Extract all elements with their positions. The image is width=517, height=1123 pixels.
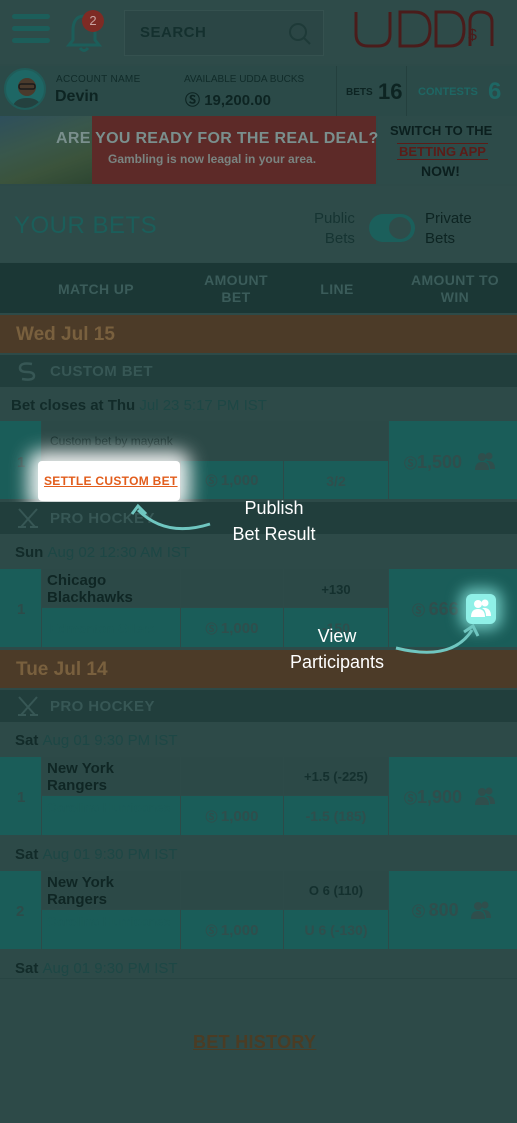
private-bets-label: Private Bets — [425, 210, 472, 247]
row-number: 1 — [17, 789, 26, 806]
game-time: Sat Aug 01 9:30 PM IST — [15, 960, 178, 977]
row-number: 1 — [17, 454, 26, 471]
tutorial-participants-text: View Participants — [289, 626, 385, 672]
divider — [406, 66, 407, 116]
contests-count[interactable]: 6 — [488, 78, 501, 106]
empty-cell — [181, 871, 283, 909]
menu-icon[interactable] — [12, 14, 50, 46]
switch-text-1: SWITCH TO THE — [390, 123, 493, 138]
line-value: 3/2 — [326, 473, 346, 489]
public-bets-label: Public Bets — [314, 210, 355, 247]
divider — [336, 66, 337, 116]
sport-label: PRO HOCKEY — [50, 698, 155, 715]
bets-count[interactable]: 16 — [378, 79, 402, 105]
bet-history-link[interactable]: BET HISTORY — [193, 1032, 316, 1053]
team1: New York Rangers — [47, 760, 114, 794]
team2: Carolina Hurricanes — [47, 800, 171, 815]
participants-icon[interactable] — [470, 598, 492, 623]
amount-win: Ⓢ 800 — [412, 900, 459, 920]
switch-text-3: NOW! — [421, 163, 460, 179]
game-time: Sat Aug 01 9:30 PM IST — [15, 846, 178, 863]
toggle-knob[interactable] — [389, 217, 411, 239]
line1: +130 — [321, 582, 351, 597]
tutorial-publish-text: Publish Bet Result — [232, 498, 316, 544]
bets-label[interactable]: BETS — [346, 87, 373, 98]
game-time: Sun Aug 02 12:30 AM IST — [15, 544, 191, 561]
betting-app-link[interactable]: BETTING APP — [397, 143, 488, 160]
sport-label: CUSTOM BET — [50, 363, 153, 380]
date-label: Tue Jul 14 — [16, 659, 108, 680]
contests-label[interactable]: CONTESTS — [418, 86, 478, 98]
udda-logo: $ — [352, 8, 496, 52]
column-header-amount-bet: AMOUNT BET — [204, 272, 268, 305]
date-label: Wed Jul 15 — [16, 324, 115, 345]
search-icon[interactable] — [288, 22, 312, 51]
custom-bet-icon — [16, 360, 38, 387]
svg-text:$: $ — [468, 27, 477, 44]
amount-bet: Ⓢ 1,000 — [205, 620, 259, 637]
notification-badge: 2 — [82, 10, 104, 32]
amount-bet: Ⓢ 1,000 — [205, 808, 259, 825]
line1: +1.5 (-225) — [304, 769, 368, 784]
tutorial-arrow-icon — [130, 503, 211, 531]
avatar[interactable] — [4, 68, 46, 110]
amount-bet: Ⓢ 1,000 — [205, 472, 259, 489]
bet-closes: Bet closes at Thu Jul 23 5:17 PM IST — [11, 397, 267, 414]
participants-icon[interactable] — [474, 786, 496, 811]
amount-win: Ⓢ 666 — [412, 599, 459, 619]
column-header-matchup: MATCH UP — [58, 281, 135, 297]
divider — [0, 978, 517, 979]
account-name: Devin — [55, 88, 99, 105]
team1: Chicago Blackhawks — [47, 572, 133, 606]
empty-cell — [181, 757, 283, 795]
line2: U 6 (-130) — [304, 922, 368, 938]
hockey-sticks-icon — [16, 507, 40, 534]
team1: New York Rangers — [47, 874, 114, 908]
line1: O 6 (110) — [308, 883, 364, 898]
row-number: 1 — [17, 601, 26, 618]
udda-coin-icon: Ⓢ — [185, 92, 201, 109]
row-number: 2 — [16, 903, 25, 920]
hockey-sticks-icon — [16, 695, 40, 722]
team2: Carolina Hurricanes — [47, 914, 171, 929]
banner-title: ARE YOU READY FOR THE REAL DEAL? — [56, 130, 379, 147]
account-name-label: ACCOUNT NAME — [56, 74, 141, 85]
column-header-amount-win: AMOUNT TO WIN — [410, 272, 500, 305]
column-header-line: LINE — [320, 281, 354, 297]
custom-bet-desc: Custom bet by mayank — [50, 434, 173, 448]
participants-icon[interactable] — [470, 900, 492, 925]
game-time: Sat Aug 01 9:30 PM IST — [15, 732, 178, 749]
amount-win: Ⓢ1,900 — [404, 787, 463, 807]
amount-bet: Ⓢ 1,000 — [205, 922, 259, 939]
settle-custom-bet-button[interactable]: SETTLE CUSTOM BET — [44, 474, 178, 488]
team2: Edmonton Oilers — [50, 621, 155, 636]
search-placeholder: SEARCH — [140, 24, 207, 41]
bucks-value: Ⓢ 19,200.00 — [185, 92, 271, 109]
line2: -1.5 (185) — [305, 808, 367, 824]
banner-subtitle: Gambling is now leagal in your area. — [108, 152, 317, 166]
tutorial-arrow-icon — [395, 623, 480, 654]
amount-win: Ⓢ1,500 — [404, 452, 463, 472]
bucks-label: AVAILABLE UDDA BUCKS — [184, 74, 305, 85]
banner[interactable] — [92, 116, 376, 184]
banner-image — [0, 116, 92, 184]
empty-cell — [181, 569, 283, 607]
page-title: YOUR BETS — [14, 212, 158, 239]
participants-icon[interactable] — [474, 451, 496, 476]
